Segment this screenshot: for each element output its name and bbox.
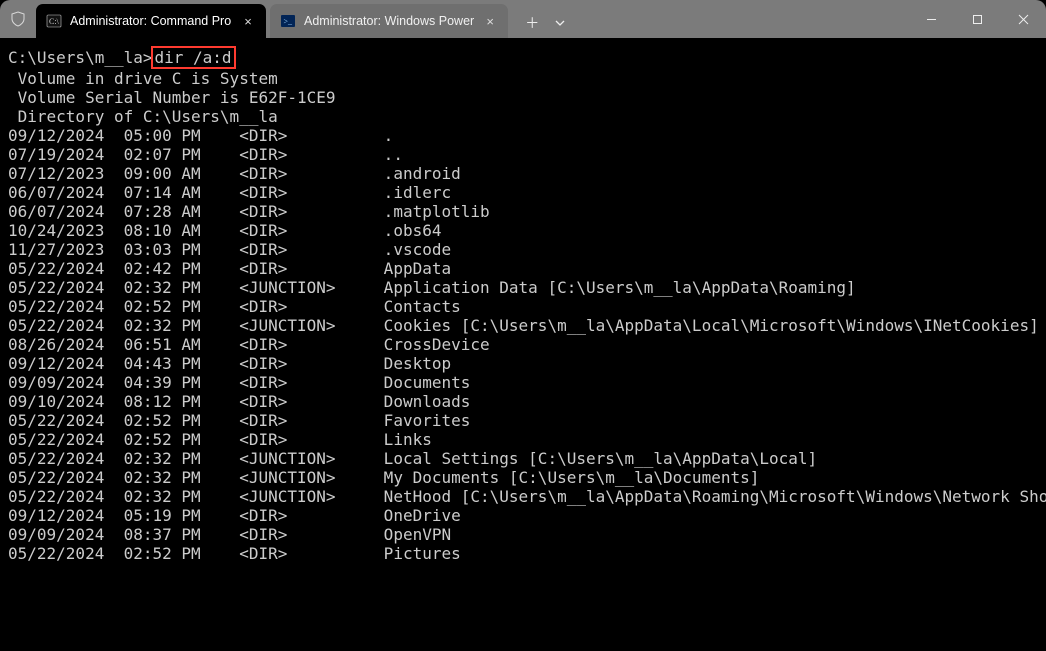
cmd-icon: C:\: [46, 13, 62, 29]
powershell-icon: >_: [280, 13, 296, 29]
dir-entry: 09/12/2024 05:00 PM <DIR> .: [8, 126, 1038, 145]
prompt-line: C:\Users\m__la>dir /a:d: [8, 46, 1038, 69]
maximize-button[interactable]: [954, 0, 1000, 38]
header-line: Volume Serial Number is E62F-1CE9: [8, 88, 1038, 107]
command-highlight: dir /a:d: [151, 46, 236, 69]
dir-entry: 10/24/2023 08:10 AM <DIR> .obs64: [8, 221, 1038, 240]
dir-entry: 05/22/2024 02:32 PM <JUNCTION> My Docume…: [8, 468, 1038, 487]
tabs-container: C:\ Administrator: Command Pro × >_ Admi…: [36, 0, 572, 38]
dir-entry: 07/19/2024 02:07 PM <DIR> ..: [8, 145, 1038, 164]
dir-entry: 05/22/2024 02:32 PM <JUNCTION> NetHood […: [8, 487, 1038, 506]
dir-entry: 09/10/2024 08:12 PM <DIR> Downloads: [8, 392, 1038, 411]
window-controls: [908, 0, 1046, 38]
tab-powershell-label: Administrator: Windows Power: [304, 14, 474, 28]
dir-entry: 05/22/2024 02:32 PM <JUNCTION> Cookies […: [8, 316, 1038, 335]
tab-cmd-close-icon[interactable]: ×: [240, 13, 256, 29]
dir-entry: 05/22/2024 02:42 PM <DIR> AppData: [8, 259, 1038, 278]
dir-entry: 05/22/2024 02:32 PM <JUNCTION> Local Set…: [8, 449, 1038, 468]
dir-entry: 07/12/2023 09:00 AM <DIR> .android: [8, 164, 1038, 183]
uac-shield-icon: [0, 0, 36, 38]
terminal-output[interactable]: C:\Users\m__la>dir /a:d Volume in drive …: [0, 38, 1046, 651]
svg-text:>_: >_: [284, 17, 294, 26]
dir-entry: 05/22/2024 02:52 PM <DIR> Contacts: [8, 297, 1038, 316]
close-button[interactable]: [1000, 0, 1046, 38]
tab-cmd-label: Administrator: Command Pro: [70, 14, 232, 28]
minimize-button[interactable]: [908, 0, 954, 38]
new-tab-button[interactable]: ＋: [516, 8, 548, 38]
tab-powershell-close-icon[interactable]: ×: [482, 13, 498, 29]
svg-text:C:\: C:\: [49, 17, 60, 26]
dir-entry: 08/26/2024 06:51 AM <DIR> CrossDevice: [8, 335, 1038, 354]
command-text: dir /a:d: [155, 48, 232, 67]
dir-entry: 06/07/2024 07:14 AM <DIR> .idlerc: [8, 183, 1038, 202]
dir-entry: 05/22/2024 02:32 PM <JUNCTION> Applicati…: [8, 278, 1038, 297]
dir-entry: 09/09/2024 08:37 PM <DIR> OpenVPN: [8, 525, 1038, 544]
dir-entry: 09/12/2024 04:43 PM <DIR> Desktop: [8, 354, 1038, 373]
titlebar: C:\ Administrator: Command Pro × >_ Admi…: [0, 0, 1046, 38]
prompt-path: C:\Users\m__la>: [8, 48, 153, 67]
dir-entry: 05/22/2024 02:52 PM <DIR> Pictures: [8, 544, 1038, 563]
header-line: Directory of C:\Users\m__la: [8, 107, 1038, 126]
dir-entry: 09/12/2024 05:19 PM <DIR> OneDrive: [8, 506, 1038, 525]
app-window: C:\ Administrator: Command Pro × >_ Admi…: [0, 0, 1046, 651]
header-line: Volume in drive C is System: [8, 69, 1038, 88]
dir-entry: 11/27/2023 03:03 PM <DIR> .vscode: [8, 240, 1038, 259]
new-tab-group: ＋: [516, 4, 572, 38]
dir-entry: 05/22/2024 02:52 PM <DIR> Links: [8, 430, 1038, 449]
dir-entry: 06/07/2024 07:28 AM <DIR> .matplotlib: [8, 202, 1038, 221]
tab-cmd[interactable]: C:\ Administrator: Command Pro ×: [36, 4, 266, 38]
dir-entry: 09/09/2024 04:39 PM <DIR> Documents: [8, 373, 1038, 392]
new-tab-dropdown[interactable]: [548, 8, 572, 38]
tab-powershell[interactable]: >_ Administrator: Windows Power ×: [270, 4, 508, 38]
dir-entry: 05/22/2024 02:52 PM <DIR> Favorites: [8, 411, 1038, 430]
